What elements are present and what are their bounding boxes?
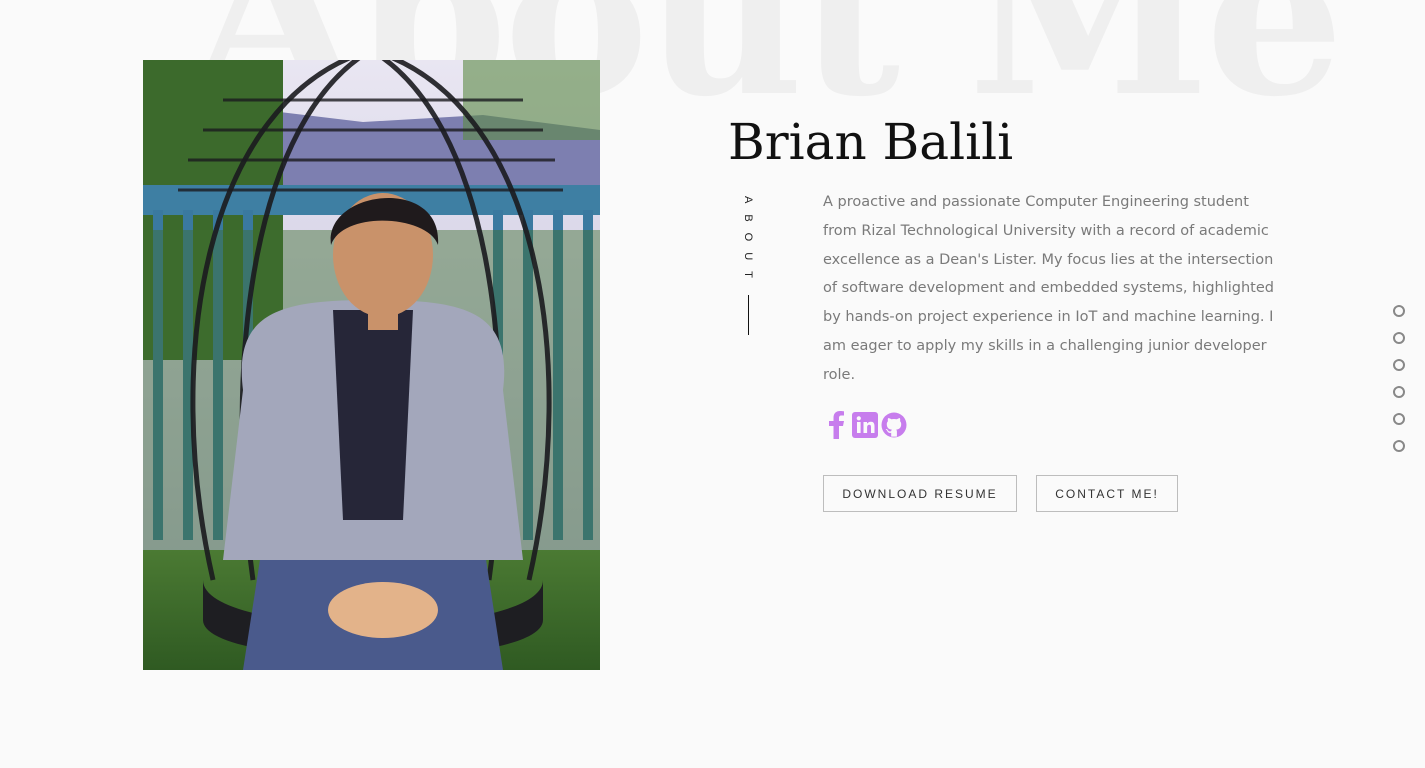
nav-dot-4[interactable] xyxy=(1393,386,1405,398)
contact-me-button[interactable]: CONTACT ME! xyxy=(1036,475,1178,512)
section-nav-dots xyxy=(1393,305,1405,452)
facebook-icon xyxy=(829,411,844,439)
section-label-text: ABOUT xyxy=(742,196,754,289)
github-icon xyxy=(881,412,907,438)
nav-dot-2[interactable] xyxy=(1393,332,1405,344)
nav-dot-5[interactable] xyxy=(1393,413,1405,425)
section-label: ABOUT xyxy=(740,196,756,335)
section-label-line xyxy=(747,294,749,335)
linkedin-icon xyxy=(852,412,878,438)
facebook-link[interactable] xyxy=(823,410,849,440)
profile-name: Brian Balili xyxy=(728,113,1014,171)
linkedin-link[interactable] xyxy=(852,410,878,440)
bio-text: A proactive and passionate Computer Engi… xyxy=(823,194,1274,383)
profile-photo xyxy=(143,60,600,670)
github-link[interactable] xyxy=(881,410,907,440)
download-resume-button[interactable]: DOWNLOAD RESUME xyxy=(823,475,1017,512)
nav-dot-6[interactable] xyxy=(1393,440,1405,452)
nav-dot-3[interactable] xyxy=(1393,359,1405,371)
nav-dot-1[interactable] xyxy=(1393,305,1405,317)
social-links xyxy=(823,410,907,440)
